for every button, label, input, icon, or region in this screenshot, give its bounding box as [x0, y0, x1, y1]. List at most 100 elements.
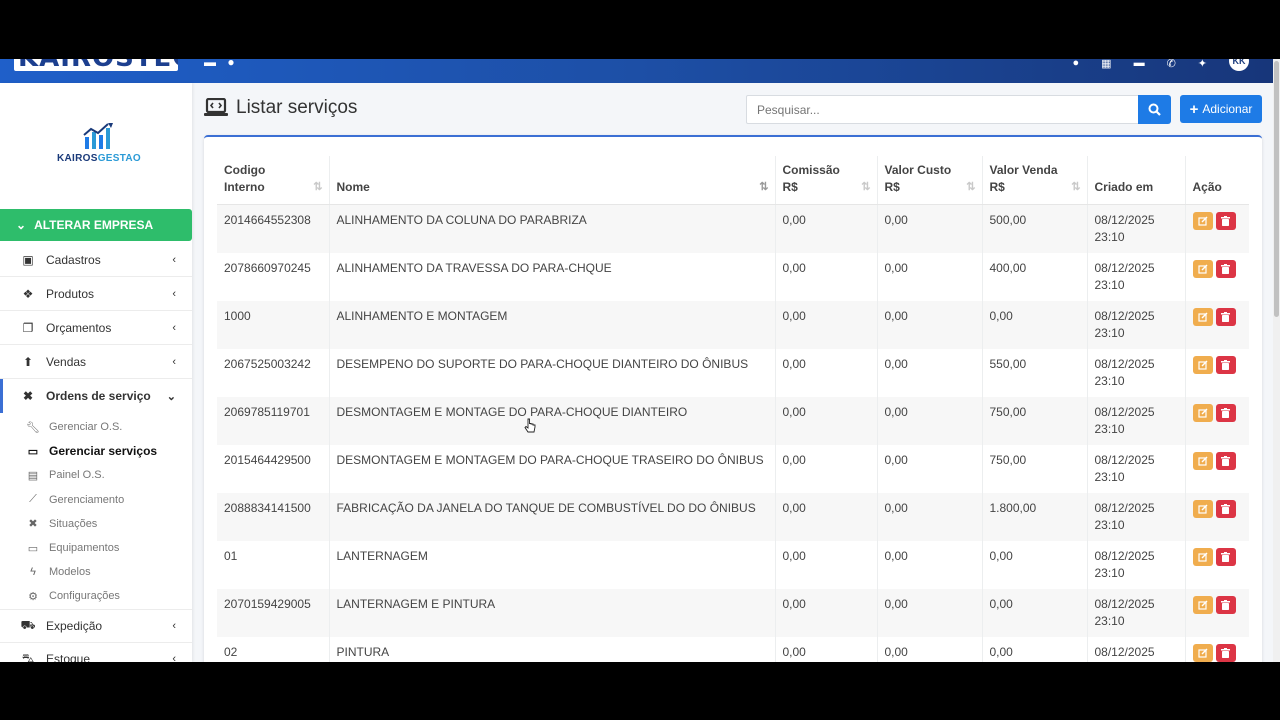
cell-date: 08/12/2025: [1094, 261, 1155, 275]
user-avatar[interactable]: KK: [1229, 59, 1249, 71]
edit-icon: [1197, 504, 1207, 514]
header-comissao[interactable]: Comissão R$ ⇅: [774, 156, 877, 205]
cell-date: 08/12/2025: [1094, 501, 1155, 515]
chevron-left-icon: ‹: [172, 619, 176, 632]
edit-button[interactable]: [1192, 452, 1213, 470]
header-custo-line2: R$: [884, 180, 900, 194]
edit-icon: [1197, 216, 1207, 226]
trash-icon: [1221, 552, 1230, 562]
subitem-gerenciar-servicos[interactable]: ▭ Gerenciar serviços: [0, 439, 192, 463]
sidebar-item-orcamentos[interactable]: ❐ Orçamentos ‹: [0, 311, 192, 345]
trash-icon: [1221, 456, 1230, 466]
header-nome[interactable]: Nome ⇅: [328, 156, 775, 205]
trash-icon: [1221, 600, 1230, 610]
add-button[interactable]: + Adicionar: [1180, 95, 1262, 123]
header-valor-venda[interactable]: Valor Venda R$ ⇅: [981, 156, 1087, 205]
subitem-gerenciar-os[interactable]: 🔧︎ Gerenciar O.S.: [0, 415, 192, 439]
brand-logo[interactable]: KAIROSTECH: [14, 59, 178, 71]
cell-nome: LANTERNAGEM: [328, 541, 775, 589]
cell-valor-venda: 500,00: [981, 204, 1087, 253]
edit-button[interactable]: [1192, 212, 1213, 230]
sidebar-item-cadastros[interactable]: ▣ Cadastros ‹: [0, 243, 192, 277]
delete-button[interactable]: [1215, 260, 1236, 278]
sidebar-item-vendas[interactable]: ⬆ Vendas ‹: [0, 345, 192, 379]
delete-button[interactable]: [1215, 500, 1236, 518]
header-codigo[interactable]: Codigo Interno ⇅: [217, 156, 329, 205]
sort-asc-icon: ⇅: [759, 181, 769, 193]
alterar-empresa-button[interactable]: ⌄ ALTERAR EMPRESA: [0, 209, 192, 241]
subitem-configuracoes[interactable]: ⚙ Configurações: [0, 584, 192, 608]
menu-toggle-icon[interactable]: ▬: [204, 59, 216, 69]
cell-nome: ALINHAMENTO E MONTAGEM: [328, 301, 775, 349]
edit-button[interactable]: [1192, 356, 1213, 374]
edit-button[interactable]: [1192, 500, 1213, 518]
delete-button[interactable]: [1215, 356, 1236, 374]
cell-comissao: 0,00: [774, 541, 877, 589]
table-row: 01 LANTERNAGEM 0,00 0,00 0,00 08/12/2025 23:10: [217, 541, 1249, 589]
logo-word-kairos: KAIROS: [57, 153, 98, 164]
cell-valor-venda: 0,00: [981, 301, 1087, 349]
phone-icon[interactable]: ✆: [1167, 59, 1176, 70]
edit-button[interactable]: [1192, 548, 1213, 566]
delete-button[interactable]: [1215, 212, 1236, 230]
subitem-equipamentos[interactable]: ▭ Equipamentos: [0, 536, 192, 560]
add-button-label: Adicionar: [1202, 102, 1253, 116]
chevron-left-icon: ‹: [172, 355, 176, 368]
header-valor-custo[interactable]: Valor Custo R$ ⇅: [876, 156, 982, 205]
edit-button[interactable]: [1192, 308, 1213, 326]
delete-button[interactable]: [1215, 596, 1236, 614]
page-title: Listar serviços: [204, 97, 357, 119]
cell-criado-em: 08/12/202523:10: [1086, 253, 1185, 301]
scrollbar-thumb[interactable]: [1274, 61, 1279, 317]
services-table: Codigo Interno ⇅ Nome ⇅ Comissão R$ ⇅ Valor C…: [217, 156, 1249, 662]
search-button[interactable]: [1138, 95, 1171, 124]
cell-criado-em: 08/12/202523:10: [1086, 637, 1185, 662]
row-actions: [1192, 212, 1243, 230]
delete-button[interactable]: [1215, 404, 1236, 422]
clock-icon[interactable]: ●: [1073, 59, 1080, 69]
cell-date: 08/12/2025: [1094, 405, 1155, 419]
sidebar-item-expedicao[interactable]: ⛟ Expedição ‹: [0, 608, 192, 643]
sidebar-item-label: Cadastros: [46, 252, 101, 267]
chevron-left-icon: ‹: [172, 253, 176, 266]
page-scrollbar[interactable]: [1273, 59, 1280, 662]
delete-button[interactable]: [1215, 308, 1236, 326]
laptop-code-icon: [204, 98, 228, 116]
subitem-modelos[interactable]: ϟ Modelos: [0, 560, 192, 584]
chevron-left-icon: ‹: [172, 321, 176, 334]
edit-button[interactable]: [1192, 596, 1213, 614]
chevron-down-icon: ⌄: [16, 218, 27, 232]
delete-button[interactable]: [1215, 644, 1236, 662]
search-input[interactable]: [746, 95, 1139, 124]
sidebar-item-produtos[interactable]: ❖ Produtos ‹: [0, 277, 192, 311]
edit-icon: [1197, 456, 1207, 466]
subitem-label: Gerenciar serviços: [49, 444, 158, 459]
sidebar-item-estoque[interactable]: ⛍ Estoque ‹: [0, 643, 192, 662]
cell-valor-custo: 0,00: [876, 301, 982, 349]
header-criado-em[interactable]: Criado em: [1086, 156, 1185, 205]
chevron-down-icon: ⌄: [166, 390, 176, 403]
cell-criado-em: 08/12/202523:10: [1086, 445, 1185, 493]
file-icon[interactable]: ▬: [1134, 59, 1145, 69]
cell-acao: [1184, 349, 1249, 397]
cell-date: 08/12/2025: [1094, 549, 1155, 563]
edit-button[interactable]: [1192, 404, 1213, 422]
subitem-gerenciamento[interactable]: ⟋ Gerenciamento: [0, 488, 192, 512]
delete-button[interactable]: [1215, 452, 1236, 470]
calendar-icon[interactable]: ▦: [1101, 59, 1111, 70]
cell-criado-em: 08/12/202523:10: [1086, 589, 1185, 637]
bell-icon[interactable]: ✦: [1198, 59, 1207, 70]
edit-button[interactable]: [1192, 644, 1213, 662]
bar-chart-logo-icon: [83, 123, 113, 149]
header-codigo-line1: Codigo: [224, 163, 266, 177]
subitem-painel-os[interactable]: ▤ Painel O.S.: [0, 463, 192, 487]
cell-comissao: 0,00: [774, 349, 877, 397]
cell-time: 23:10: [1094, 374, 1125, 388]
subitem-situacoes[interactable]: ✖ Situações: [0, 512, 192, 536]
fullscreen-icon[interactable]: ●: [227, 59, 234, 69]
edit-button[interactable]: [1192, 260, 1213, 278]
page-title-text: Listar serviços: [236, 97, 358, 118]
delete-button[interactable]: [1215, 548, 1236, 566]
sidebar-item-ordens-de-servico[interactable]: ✖ Ordens de serviço ⌄: [0, 379, 192, 413]
table-row: 2088834141500 FABRICAÇÃO DA JANELA DO TAN…: [217, 493, 1249, 541]
